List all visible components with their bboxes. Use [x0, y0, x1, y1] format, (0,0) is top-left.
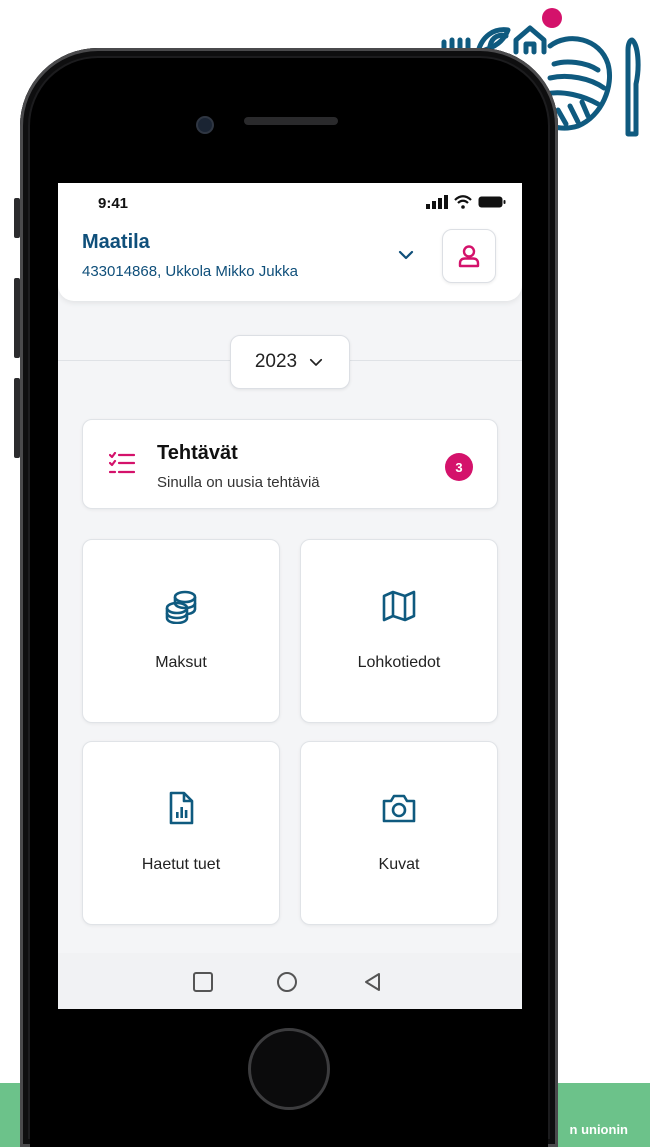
year-value: 2023 — [254, 351, 298, 372]
mute-switch — [14, 198, 20, 238]
tile-label: Kuvat — [378, 856, 420, 873]
status-time: 9:41 — [98, 195, 129, 212]
tile-haetut-tuet[interactable]: Haetut tuet — [82, 741, 280, 925]
recents-icon[interactable] — [192, 971, 214, 993]
tile-label: Maksut — [155, 654, 207, 671]
profile-button[interactable] — [442, 229, 496, 283]
checklist-icon — [109, 452, 135, 474]
document-chart-icon — [169, 791, 194, 825]
farm-subtitle: 433014868, Ukkola Mikko Jukka — [82, 263, 298, 280]
app-screen: 9:41 Maatila 433014868, Ukkola Mikko Juk… — [58, 183, 522, 1009]
battery-icon — [478, 196, 506, 208]
earpiece-speaker — [244, 117, 338, 125]
footer-caption: n unionin — [569, 1122, 628, 1137]
tasks-title: Tehtävät — [157, 442, 238, 464]
home-button[interactable] — [248, 1028, 330, 1110]
camera-icon — [382, 794, 416, 823]
wifi-icon — [454, 195, 472, 209]
home-icon[interactable] — [276, 971, 298, 993]
coins-icon — [165, 590, 197, 624]
tile-lohkotiedot[interactable]: Lohkotiedot — [300, 539, 498, 723]
tasks-count-badge: 3 — [445, 453, 473, 481]
volume-down-button — [14, 378, 20, 458]
front-camera — [196, 116, 214, 134]
farm-title: Maatila — [82, 231, 150, 253]
volume-up-button — [14, 278, 20, 358]
status-bar: 9:41 — [58, 183, 522, 225]
back-icon[interactable] — [362, 971, 384, 993]
tasks-card[interactable]: Tehtävät Sinulla on uusia tehtäviä 3 — [82, 419, 498, 509]
farm-header: 9:41 Maatila 433014868, Ukkola Mikko Juk… — [58, 183, 522, 301]
chevron-down-icon — [310, 358, 323, 366]
tile-label: Haetut tuet — [141, 856, 221, 873]
tile-label: Lohkotiedot — [357, 654, 441, 671]
tile-maksut[interactable]: Maksut — [82, 539, 280, 723]
user-icon — [458, 245, 480, 268]
chevron-down-icon[interactable] — [394, 243, 418, 267]
map-icon — [382, 590, 416, 622]
tasks-subtitle: Sinulla on uusia tehtäviä — [157, 474, 320, 491]
android-nav-bar — [58, 953, 522, 1009]
status-icons — [426, 195, 506, 209]
year-select[interactable]: 2023 — [230, 335, 350, 389]
tile-kuvat[interactable]: Kuvat — [300, 741, 498, 925]
cellular-signal-icon — [426, 195, 448, 209]
